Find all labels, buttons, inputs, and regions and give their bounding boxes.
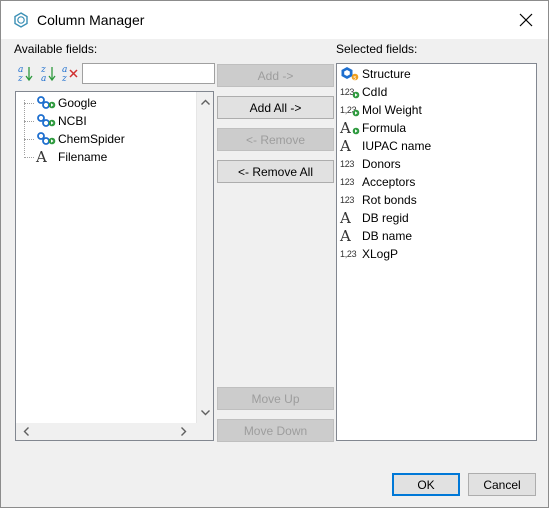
list-item-xlogp[interactable]: 1,23 XLogP: [340, 245, 398, 263]
horizontal-scrollbar[interactable]: [16, 423, 213, 440]
column-manager-dialog: Column Manager Available fields: Selecte…: [0, 0, 549, 508]
decimal-calculated-icon: 1,23: [340, 102, 360, 118]
scroll-up-arrow-icon[interactable]: [197, 94, 214, 111]
integer-type-icon: 123: [340, 177, 355, 187]
filter-input[interactable]: [82, 63, 215, 84]
add-all-button[interactable]: Add All ->: [217, 96, 334, 119]
field-label: Rot bonds: [362, 193, 417, 207]
cancel-button[interactable]: Cancel: [468, 473, 536, 496]
decimal-type-icon: 1,23: [340, 249, 357, 259]
list-item-db-regid[interactable]: A DB regid: [340, 209, 409, 227]
text-type-icon: A: [340, 209, 351, 227]
sort-ascending-icon[interactable]: a z: [17, 63, 35, 83]
list-item-mol-weight[interactable]: 1,23 Mol Weight: [340, 101, 422, 119]
field-label: NCBI: [58, 114, 87, 128]
available-fields-label: Available fields:: [14, 42, 98, 56]
list-item-iupac-name[interactable]: A IUPAC name: [340, 137, 431, 155]
list-item-cdid[interactable]: 123 CdId: [340, 83, 387, 101]
scroll-right-arrow-icon[interactable]: [175, 423, 192, 440]
text-type-icon: A: [340, 137, 351, 155]
field-label: Google: [58, 96, 97, 110]
list-item-rot-bonds[interactable]: 123 Rot bonds: [340, 191, 417, 209]
integer-type-icon: 123: [340, 195, 355, 205]
svg-text:a: a: [41, 74, 46, 83]
add-button[interactable]: Add ->: [217, 64, 334, 87]
selected-fields-label: Selected fields:: [336, 42, 418, 56]
list-item-donors[interactable]: 123 Donors: [340, 155, 401, 173]
list-item-chemspider[interactable]: ChemSpider: [24, 130, 125, 148]
text-type-icon: A: [340, 227, 351, 245]
text-type-icon: A: [36, 148, 47, 166]
list-item-filename[interactable]: A Filename: [24, 148, 107, 166]
structure-icon: s: [340, 66, 360, 82]
ok-button[interactable]: OK: [392, 473, 460, 496]
svg-text:z: z: [17, 74, 23, 83]
window-title: Column Manager: [37, 12, 145, 28]
list-item-structure[interactable]: s Structure: [340, 65, 411, 83]
integer-type-icon: 123: [340, 159, 355, 169]
selected-fields-list[interactable]: s Structure 123 CdId 1,23 Mol Weight A F…: [336, 63, 537, 441]
field-label: Formula: [362, 121, 407, 135]
title-bar: Column Manager: [1, 1, 548, 39]
field-label: DB regid: [362, 211, 409, 225]
list-item-formula[interactable]: A Formula: [340, 119, 406, 137]
field-label: Mol Weight: [362, 103, 422, 117]
field-label: Filename: [58, 150, 108, 164]
available-fields-list[interactable]: Google NCBI ChemSpider A Filename: [15, 91, 214, 441]
scroll-left-arrow-icon[interactable]: [18, 423, 35, 440]
list-item-db-name[interactable]: A DB name: [340, 227, 412, 245]
list-item-ncbi[interactable]: NCBI: [24, 112, 87, 130]
field-label: XLogP: [362, 247, 399, 261]
web-link-icon: [36, 131, 56, 147]
list-item-acceptors[interactable]: 123 Acceptors: [340, 173, 415, 191]
scroll-down-arrow-icon[interactable]: [197, 404, 214, 421]
svg-text:z: z: [61, 74, 67, 83]
text-calculated-icon: A: [340, 120, 360, 136]
field-label: Donors: [362, 157, 401, 171]
remove-button[interactable]: <- Remove: [217, 128, 334, 151]
sort-descending-icon[interactable]: z a: [40, 63, 58, 83]
field-label: Acceptors: [362, 175, 416, 189]
web-link-icon: [36, 95, 56, 111]
field-label: ChemSpider: [58, 132, 125, 146]
field-label: IUPAC name: [362, 139, 432, 153]
web-link-icon: [36, 113, 56, 129]
move-down-button[interactable]: Move Down: [217, 419, 334, 442]
vertical-scrollbar[interactable]: [196, 92, 213, 423]
field-label: Structure: [362, 67, 411, 81]
move-up-button[interactable]: Move Up: [217, 387, 334, 410]
list-item-google[interactable]: Google: [24, 94, 97, 112]
svg-text:s: s: [353, 75, 356, 82]
close-icon[interactable]: [511, 5, 541, 35]
integer-calculated-icon: 123: [340, 84, 360, 100]
remove-all-button[interactable]: <- Remove All: [217, 160, 334, 183]
field-label: CdId: [362, 85, 388, 99]
clear-sort-icon[interactable]: a z: [61, 63, 79, 83]
benzene-icon: [14, 12, 28, 28]
field-label: DB name: [362, 229, 413, 243]
